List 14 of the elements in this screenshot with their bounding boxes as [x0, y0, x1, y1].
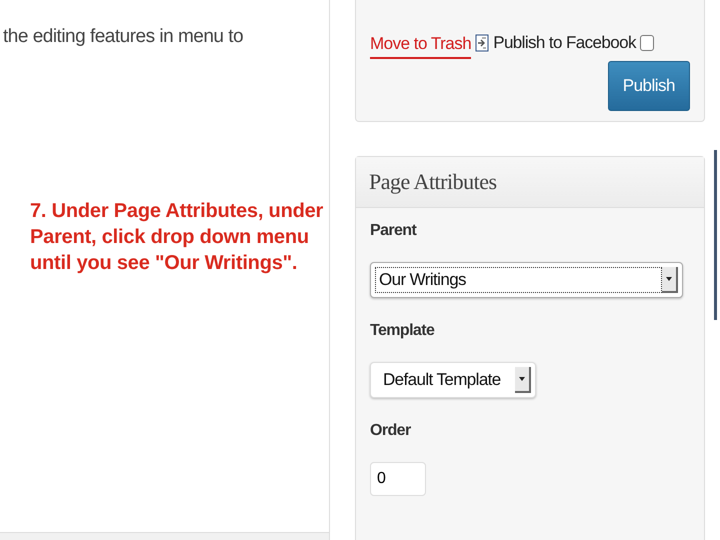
template-label: Template	[370, 322, 436, 340]
publish-to-facebook-label: Publish to Facebook	[493, 32, 636, 52]
editor-text: the editing features in menu to	[3, 26, 244, 48]
publish-button[interactable]: Publish	[608, 61, 690, 111]
instruction-text: 7. Under Page Attributes, under Parent, click drop down menu until you see "Our Writings".	[30, 199, 324, 276]
template-dropdown[interactable]: Default Template	[370, 362, 536, 398]
share-icon	[475, 34, 490, 52]
panel-title: Page Attributes	[369, 169, 497, 195]
order-input[interactable]: 0	[370, 462, 426, 496]
parent-label: Parent	[370, 222, 418, 240]
move-to-trash-link[interactable]: Move to Trash	[370, 34, 472, 59]
facebook-checkbox[interactable]	[640, 34, 654, 50]
order-label: Order	[370, 422, 412, 440]
parent-dropdown[interactable]: Our Writings	[370, 262, 683, 298]
